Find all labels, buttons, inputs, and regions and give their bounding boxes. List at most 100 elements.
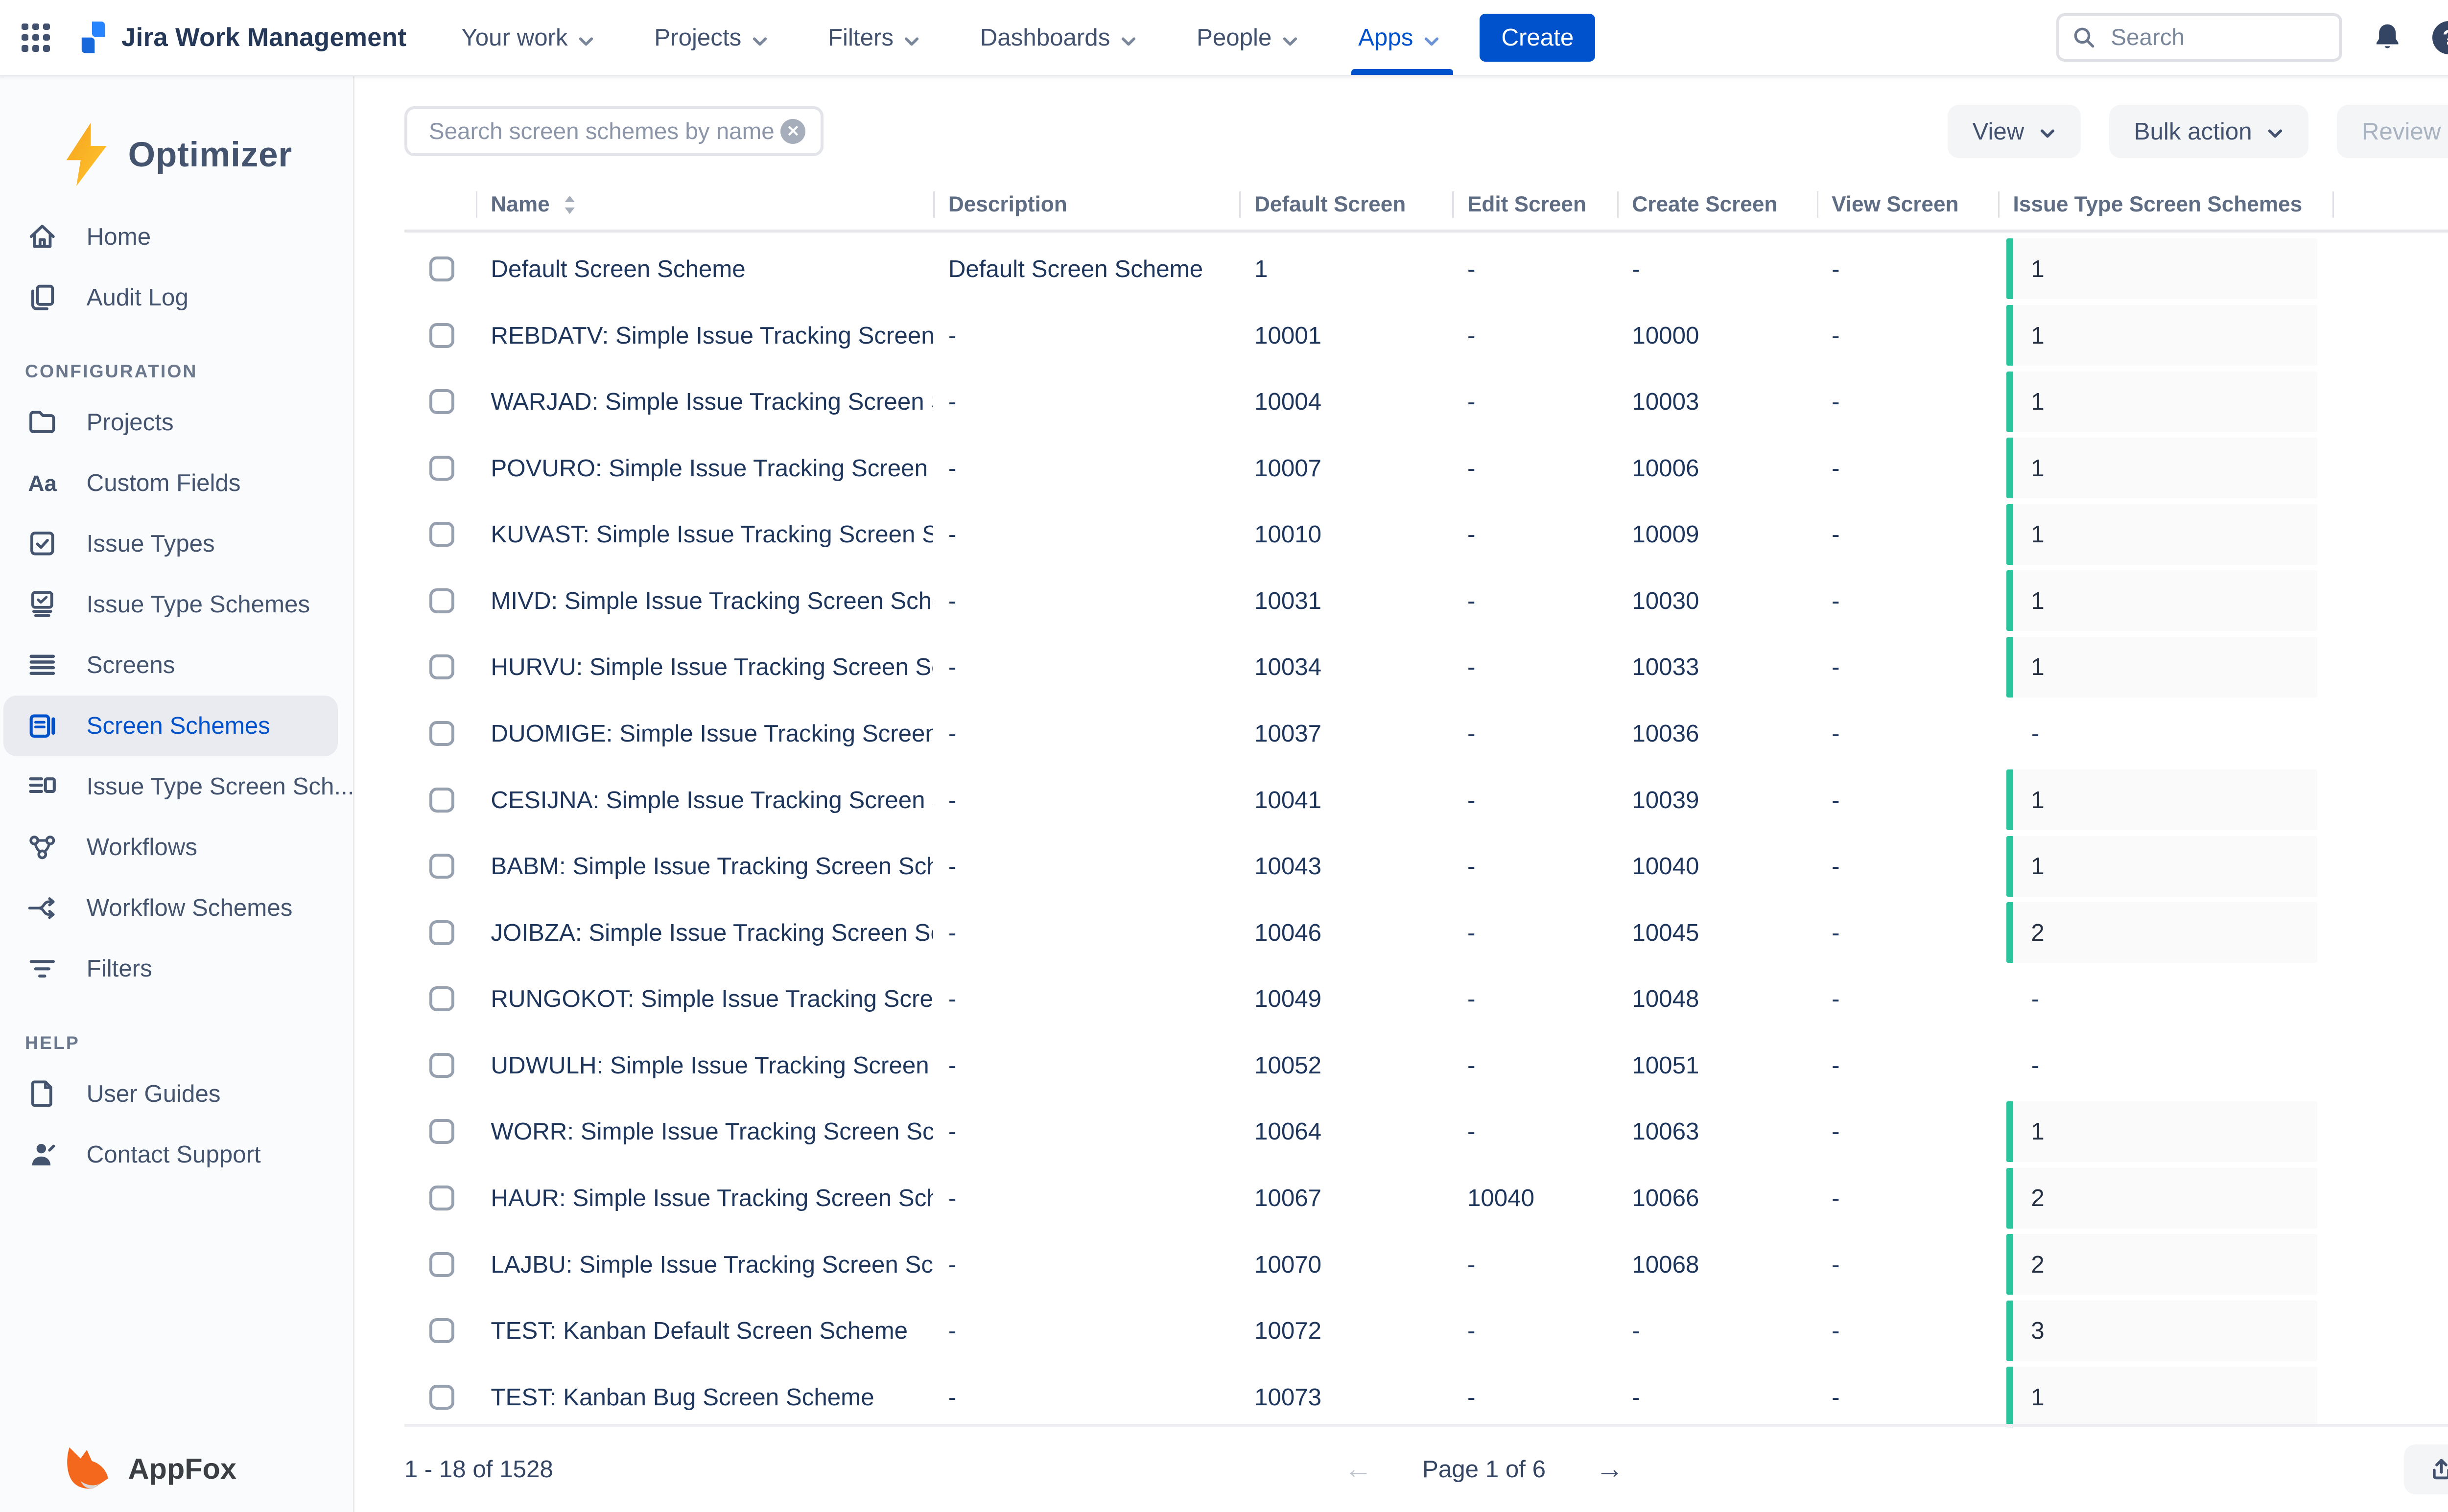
notifications-icon[interactable] (2369, 19, 2406, 56)
table-row: JOIBZA: Simple Issue Tracking Screen Sc.… (404, 899, 2448, 966)
help-icon[interactable]: ? (2432, 21, 2448, 54)
sidebar-item-user-guides[interactable]: User Guides (0, 1063, 353, 1124)
clear-search-icon[interactable]: ✕ (780, 119, 805, 144)
itss-count-badge: 2 (2006, 1234, 2317, 1295)
cell-issue-type-screen-schemes: 1 (1998, 634, 2332, 700)
row-checkbox[interactable] (429, 1252, 454, 1277)
top-navigation-bar: Jira Work Management Your work Projects … (0, 0, 2448, 76)
row-checkbox[interactable] (429, 788, 454, 813)
row-checkbox[interactable] (429, 522, 454, 547)
row-checkbox[interactable] (429, 456, 454, 481)
cell-create-screen: 10006 (1617, 454, 1817, 482)
bulk-action-button[interactable]: Bulk action (2109, 105, 2308, 158)
nav-item-filters[interactable]: Filters (828, 0, 920, 75)
table-row: RUNGOKOT: Simple Issue Tracking Scree...… (404, 966, 2448, 1032)
optimizer-logo: Optimizer (0, 76, 353, 189)
cell-description: - (933, 1117, 1239, 1145)
cell-default-screen: 10004 (1239, 388, 1452, 416)
cell-edit-screen: - (1452, 1251, 1617, 1279)
sidebar-item-screens[interactable]: Screens (0, 635, 353, 696)
toolbar-buttons: View Bulk action Review changes (1948, 105, 2448, 158)
itss-count-badge: 1 (2006, 836, 2317, 897)
nav-item-people[interactable]: People (1197, 0, 1298, 75)
create-button[interactable]: Create (1480, 14, 1595, 62)
jira-brand[interactable]: Jira Work Management (78, 0, 407, 75)
sidebar-item-workflows[interactable]: Workflows (0, 817, 353, 878)
person-icon (25, 1138, 60, 1171)
nav-item-projects[interactable]: Projects (654, 0, 768, 75)
table-footer: 1 - 18 of 1528 ← Page 1 of 6 → Export (404, 1424, 2448, 1512)
row-checkbox[interactable] (429, 1053, 454, 1078)
nav-item-apps[interactable]: Apps (1358, 0, 1440, 75)
sidebar-item-home[interactable]: Home (0, 206, 353, 267)
row-checkbox[interactable] (429, 389, 454, 414)
page-indicator: Page 1 of 6 (1422, 1455, 1546, 1483)
sidebar-item-label: Filters (87, 954, 152, 982)
previous-page-arrow-icon[interactable]: ← (1344, 1455, 1372, 1484)
row-checkbox[interactable] (429, 854, 454, 879)
table-row: TEST: Kanban Bug Screen Scheme - 10073 -… (404, 1364, 2448, 1431)
table-row: MIVD: Simple Issue Tracking Screen Sche.… (404, 568, 2448, 634)
sidebar-item-issue-type-screen-schemes[interactable]: Issue Type Screen Sch... (0, 756, 353, 817)
row-checkbox[interactable] (429, 1385, 454, 1410)
sidebar-item-issue-types[interactable]: Issue Types (0, 513, 353, 574)
sidebar-item-contact-support[interactable]: Contact Support (0, 1124, 353, 1185)
sidebar-item-projects[interactable]: Projects (0, 392, 353, 453)
cell-edit-screen: - (1452, 1383, 1617, 1411)
export-button[interactable]: Export (2404, 1444, 2448, 1494)
cell-create-screen: 10068 (1617, 1251, 1817, 1279)
sidebar-item-workflow-schemes[interactable]: Workflow Schemes (0, 878, 353, 938)
appfox-logo[interactable]: AppFox (63, 1447, 236, 1490)
cell-view-screen: - (1817, 255, 1998, 283)
row-checkbox[interactable] (429, 654, 454, 679)
global-search-input[interactable] (2108, 23, 2327, 53)
cell-view-screen: - (1817, 520, 1998, 548)
sidebar-section-configuration: CONFIGURATION (25, 361, 353, 382)
sidebar-item-audit-log[interactable]: Audit Log (0, 267, 353, 327)
cell-issue-type-screen-schemes: - (1998, 966, 2332, 1032)
itss-count-badge: 1 (2006, 570, 2317, 631)
row-checkbox[interactable] (429, 920, 454, 945)
cell-view-screen: - (1817, 1251, 1998, 1279)
row-checkbox[interactable] (429, 1318, 454, 1343)
cell-name: BABM: Simple Issue Tracking Screen Sche.… (476, 852, 933, 880)
nav-item-your-work[interactable]: Your work (461, 0, 594, 75)
filters-icon (25, 952, 60, 985)
row-checkbox[interactable] (429, 1119, 454, 1144)
scheme-search[interactable]: ✕ (404, 106, 824, 156)
row-checkbox[interactable] (429, 588, 454, 613)
scheme-search-input[interactable] (425, 116, 780, 147)
app-switcher-icon[interactable] (22, 23, 50, 52)
nav-item-dashboards[interactable]: Dashboards (980, 0, 1137, 75)
cell-edit-screen: 10040 (1452, 1184, 1617, 1212)
next-page-arrow-icon[interactable]: → (1596, 1455, 1624, 1484)
sidebar: Optimizer Home Audit Log CONFIGURATION (0, 76, 354, 1512)
column-header-name[interactable]: Name (476, 191, 933, 218)
itss-count-badge: - (2006, 703, 2039, 764)
cell-edit-screen: - (1452, 1051, 1617, 1079)
row-checkbox[interactable] (429, 986, 454, 1011)
cell-description: - (933, 1251, 1239, 1279)
review-changes-button[interactable]: Review changes (2337, 105, 2448, 158)
row-checkbox[interactable] (429, 323, 454, 348)
row-checkbox[interactable] (429, 1186, 454, 1210)
row-checkbox[interactable] (429, 256, 454, 281)
cell-issue-type-screen-schemes: 3 (1998, 1298, 2332, 1364)
row-checkbox[interactable] (429, 721, 454, 746)
cell-edit-screen: - (1452, 1117, 1617, 1145)
table-row: HAUR: Simple Issue Tracking Screen Sche.… (404, 1165, 2448, 1232)
sidebar-item-screen-schemes[interactable]: Screen Schemes (3, 696, 338, 756)
cell-create-screen: 10040 (1617, 852, 1817, 880)
table-row: DUOMIGE: Simple Issue Tracking Screen ..… (404, 700, 2448, 767)
sidebar-item-filters[interactable]: Filters (0, 938, 353, 999)
sidebar-item-custom-fields[interactable]: Aa Custom Fields (0, 453, 353, 513)
cell-name: CESIJNA: Simple Issue Tracking Screen S.… (476, 786, 933, 814)
table-row: LAJBU: Simple Issue Tracking Screen Sch.… (404, 1231, 2448, 1298)
cell-name: POVURO: Simple Issue Tracking Screen S..… (476, 454, 933, 482)
sort-icon[interactable] (563, 195, 576, 215)
sidebar-item-issue-type-schemes[interactable]: Issue Type Schemes (0, 574, 353, 635)
global-search[interactable] (2056, 13, 2342, 62)
cell-name: KUVAST: Simple Issue Tracking Screen Sc.… (476, 520, 933, 548)
cell-issue-type-screen-schemes: 1 (1998, 1098, 2332, 1165)
view-button[interactable]: View (1948, 105, 2081, 158)
